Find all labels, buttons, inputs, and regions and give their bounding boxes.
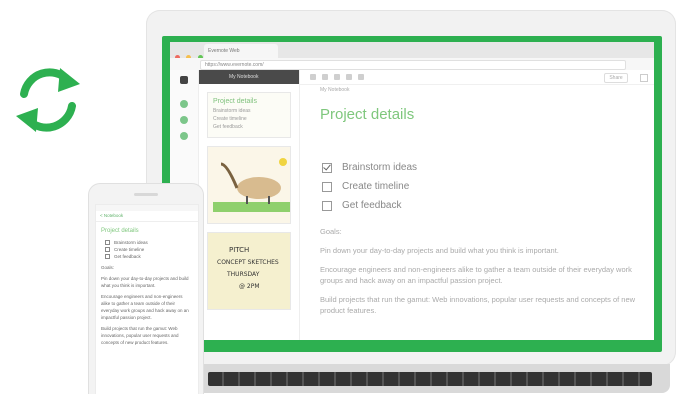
phone-checklist-label: Get feedback <box>114 254 141 259</box>
url-input[interactable]: https://www.evernote.com/ <box>200 60 626 70</box>
body-paragraph: Build projects that run the gamut: Web i… <box>320 295 636 315</box>
new-note-icon[interactable] <box>180 100 188 108</box>
sync-arrows-icon <box>16 68 80 132</box>
phone-note-content: Project details Brainstorm ideas Create … <box>96 222 198 350</box>
laptop-keyboard <box>190 364 670 393</box>
more-icon[interactable] <box>358 74 364 80</box>
checklist-item: Create timeline <box>322 177 417 196</box>
checklist-label: Create timeline <box>342 181 410 192</box>
phone-speaker <box>134 193 158 196</box>
note-title[interactable]: Project details <box>320 106 414 123</box>
bold-icon[interactable] <box>322 74 328 80</box>
body-paragraph: Pin down your day-to-day projects and bu… <box>320 246 559 255</box>
expand-icon[interactable] <box>640 74 648 82</box>
svg-text:PITCH: PITCH <box>229 246 249 254</box>
note-card-item: Get feedback <box>213 124 243 130</box>
phone-checkbox[interactable] <box>105 247 110 252</box>
note-card-title: Project details <box>213 98 257 105</box>
note-card-sketch[interactable]: PITCH CONCEPT SKETCHES THURSDAY @ 2PM <box>207 232 291 310</box>
note-card-drawing[interactable] <box>207 146 291 224</box>
note-card-item: Brainstorm ideas <box>213 108 251 114</box>
note-card-project[interactable]: Project details Brainstorm ideas Create … <box>207 92 291 138</box>
note-card-item: Create timeline <box>213 116 247 122</box>
font-style-icon[interactable] <box>310 74 316 80</box>
checkbox[interactable] <box>322 200 332 211</box>
phone-checkbox[interactable] <box>105 240 110 245</box>
svg-text:THURSDAY: THURSDAY <box>226 271 260 278</box>
notebook-header[interactable]: My Notebook <box>199 70 299 84</box>
dinosaur-drawing-image <box>213 158 290 212</box>
note-list: My Notebook Project details Brainstorm i… <box>199 70 300 340</box>
checkbox[interactable] <box>322 181 332 192</box>
search-icon[interactable] <box>180 116 188 124</box>
checklist-label: Get feedback <box>342 200 402 211</box>
note-checklist: Brainstorm ideas Create timeline Get fee… <box>322 158 417 215</box>
note-body[interactable]: Goals: Pin down your day-to-day projects… <box>320 226 640 324</box>
phone-checklist-item: Brainstorm ideas <box>105 239 193 246</box>
note-editor: Share My Notebook Project details Brains… <box>300 70 654 340</box>
checkbox-checked[interactable] <box>322 162 332 173</box>
checklist-item: Brainstorm ideas <box>322 158 417 177</box>
notes-icon[interactable] <box>180 132 188 140</box>
browser-tab[interactable]: Evernote Web <box>204 44 278 58</box>
phone-checklist-item: Get feedback <box>105 253 193 260</box>
svg-text:@ 2PM: @ 2PM <box>239 283 260 290</box>
share-button[interactable]: Share <box>604 73 628 83</box>
checklist-label: Brainstorm ideas <box>342 162 418 173</box>
evernote-app: My Notebook Project details Brainstorm i… <box>170 70 654 340</box>
phone-note-title[interactable]: Project details <box>101 228 193 235</box>
editor-toolbar: Share <box>300 70 654 85</box>
italic-icon[interactable] <box>334 74 340 80</box>
phone-goals-label: Goals: <box>101 265 115 270</box>
checklist-item: Get feedback <box>322 196 417 215</box>
phone-screen: < Notebook Project details Brainstorm id… <box>95 204 199 394</box>
checkbox-tool-icon[interactable] <box>346 74 352 80</box>
browser-window: Evernote Web https://www.evernote.com/ M… <box>170 42 654 340</box>
goals-label: Goals: <box>320 227 342 236</box>
phone-checklist-label: Brainstorm ideas <box>114 240 148 245</box>
phone-checkbox[interactable] <box>105 254 110 259</box>
notebook-breadcrumb[interactable]: My Notebook <box>320 87 349 93</box>
handwritten-sketch-image: PITCH CONCEPT SKETCHES THURSDAY @ 2PM <box>217 246 279 290</box>
phone-checklist-label: Create timeline <box>114 247 145 252</box>
phone-checklist-item: Create timeline <box>105 246 193 253</box>
phone-back-button[interactable]: < Notebook <box>96 211 198 222</box>
phone-device: < Notebook Project details Brainstorm id… <box>88 183 204 394</box>
phone-body-paragraph: Pin down your day-to-day projects and bu… <box>101 276 189 288</box>
phone-body-paragraph: Build projects that run the gamut: Web i… <box>101 326 179 345</box>
body-paragraph: Encourage engineers and non-engineers al… <box>320 265 632 285</box>
svg-text:CONCEPT SKETCHES: CONCEPT SKETCHES <box>217 259 279 266</box>
phone-body-paragraph: Encourage engineers and non-engineers al… <box>101 294 189 320</box>
elephant-logo-icon <box>180 76 188 84</box>
browser-tabbar: Evernote Web <box>170 42 654 60</box>
